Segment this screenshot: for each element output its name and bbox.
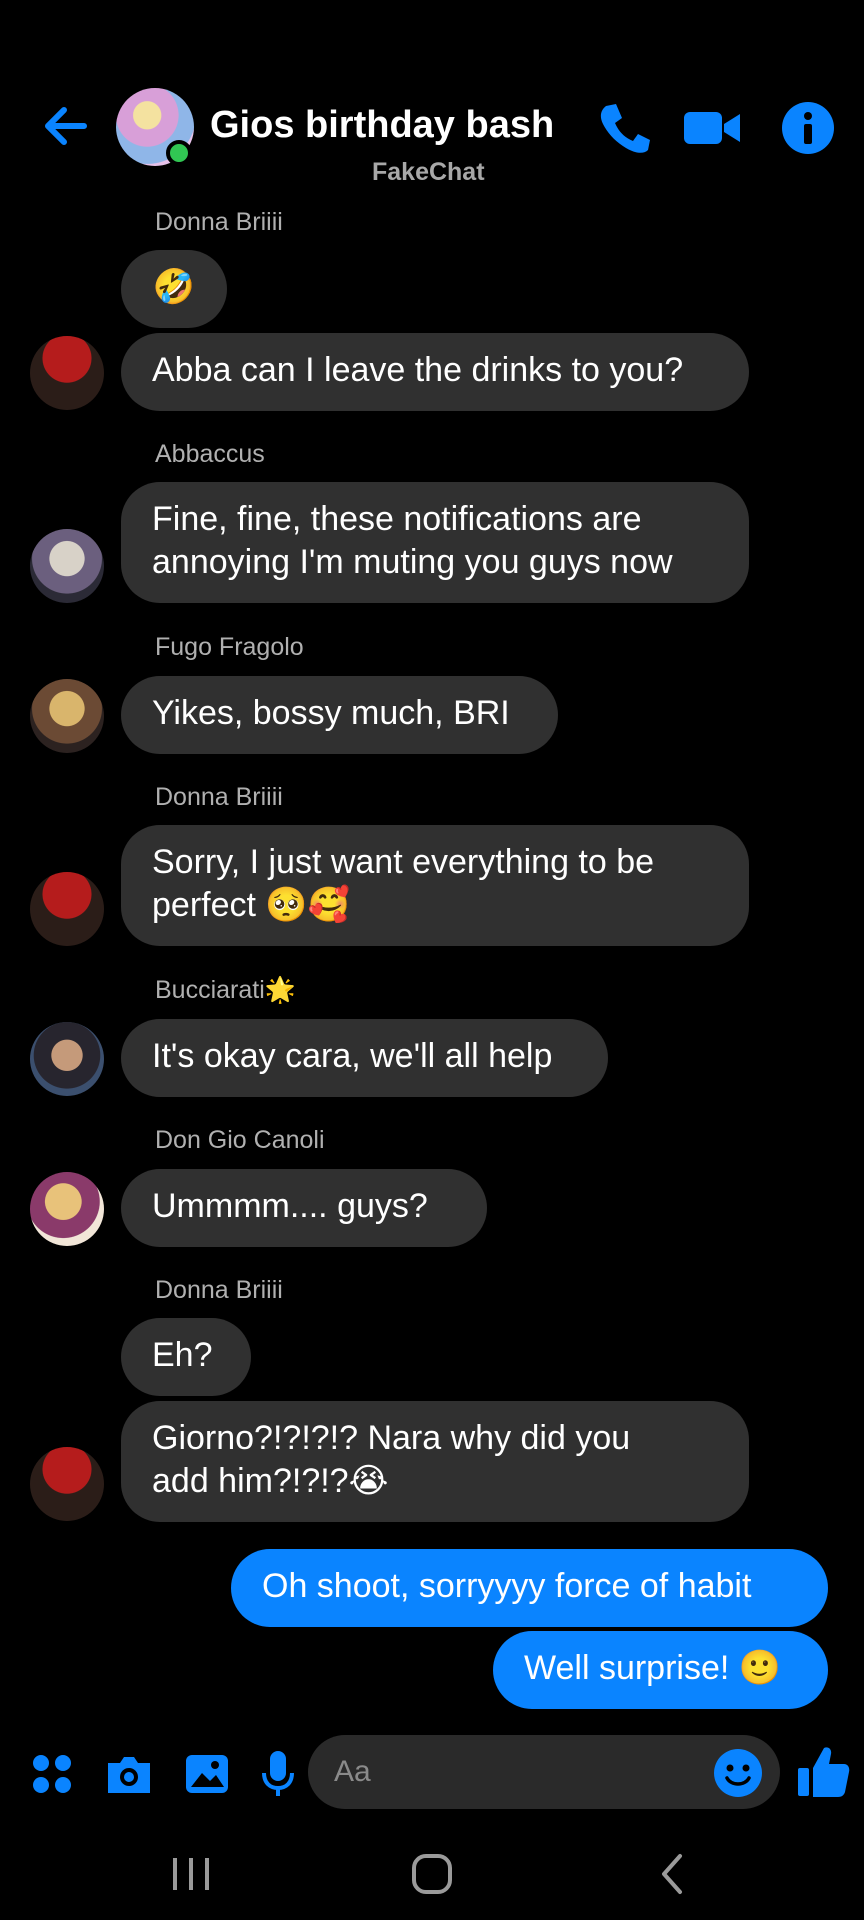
home-icon[interactable] (404, 1846, 460, 1902)
message-bubble[interactable]: Eh? (121, 1318, 251, 1396)
message-bubble[interactable]: Sorry, I just want everything to be perf… (121, 825, 749, 946)
chat-subtitle: FakeChat (372, 158, 485, 186)
thumbs-up-icon[interactable] (796, 1744, 850, 1800)
outgoing-message-bubble[interactable]: Well surprise! 🙂 (493, 1631, 828, 1709)
online-status-dot (166, 140, 192, 166)
sender-name: Abbaccus (155, 440, 265, 468)
message-line: annoying I'm muting you guys now (152, 543, 673, 581)
message-bubble[interactable]: 🤣 (121, 250, 227, 328)
message-bubble[interactable]: Ummmm.... guys? (121, 1169, 487, 1247)
video-camera-icon[interactable] (680, 96, 744, 160)
avatar-abbaccus[interactable] (30, 529, 104, 603)
info-icon[interactable] (776, 96, 840, 160)
recent-apps-icon[interactable] (163, 1846, 219, 1902)
sender-name: Donna Briiii (155, 783, 283, 811)
message-line: Giorno?!?!?!? Nara why did you (152, 1419, 631, 1457)
sender-name: Fugo Fragolo (155, 633, 304, 661)
avatar-donna[interactable] (30, 872, 104, 946)
avatar-don-gio[interactable] (30, 1172, 104, 1246)
back-arrow-icon[interactable] (36, 96, 96, 156)
message-bubble[interactable]: Abba can I leave the drinks to you? (121, 333, 749, 411)
gallery-icon[interactable] (182, 1749, 232, 1799)
sender-name: Donna Briiii (155, 208, 283, 236)
back-icon[interactable] (646, 1846, 702, 1902)
message-bubble[interactable]: Giorno?!?!?!? Nara why did you add him?!… (121, 1401, 749, 1522)
avatar-fugo[interactable] (30, 679, 104, 753)
message-bubble[interactable]: Fine, fine, these notifications are anno… (121, 482, 749, 603)
message-input-placeholder: Aa (334, 1755, 371, 1788)
message-bubble[interactable]: It's okay cara, we'll all help (121, 1019, 608, 1097)
chat-title[interactable]: Gios birthday bash (210, 104, 554, 147)
message-line: Sorry, I just want everything to be (152, 843, 655, 881)
emoji-icon[interactable] (712, 1747, 764, 1799)
avatar-donna[interactable] (30, 1447, 104, 1521)
apps-grid-icon[interactable] (30, 1752, 74, 1796)
avatar-bucciarati[interactable] (30, 1022, 104, 1096)
sender-name: Bucciarati🌟 (155, 976, 296, 1004)
avatar-donna[interactable] (30, 336, 104, 410)
camera-icon[interactable] (104, 1749, 154, 1799)
message-input[interactable] (308, 1735, 780, 1809)
phone-icon[interactable] (592, 96, 656, 160)
message-line: add him?!?!?😭 (152, 1462, 389, 1500)
sender-name: Don Gio Canoli (155, 1126, 325, 1154)
message-line: perfect 🥺🥰 (152, 886, 351, 924)
sender-name: Donna Briiii (155, 1276, 283, 1304)
message-line: Fine, fine, these notifications are (152, 500, 642, 538)
microphone-icon[interactable] (258, 1749, 298, 1799)
outgoing-message-bubble[interactable]: Oh shoot, sorryyyy force of habit (231, 1549, 828, 1627)
message-bubble[interactable]: Yikes, bossy much, BRI (121, 676, 558, 754)
